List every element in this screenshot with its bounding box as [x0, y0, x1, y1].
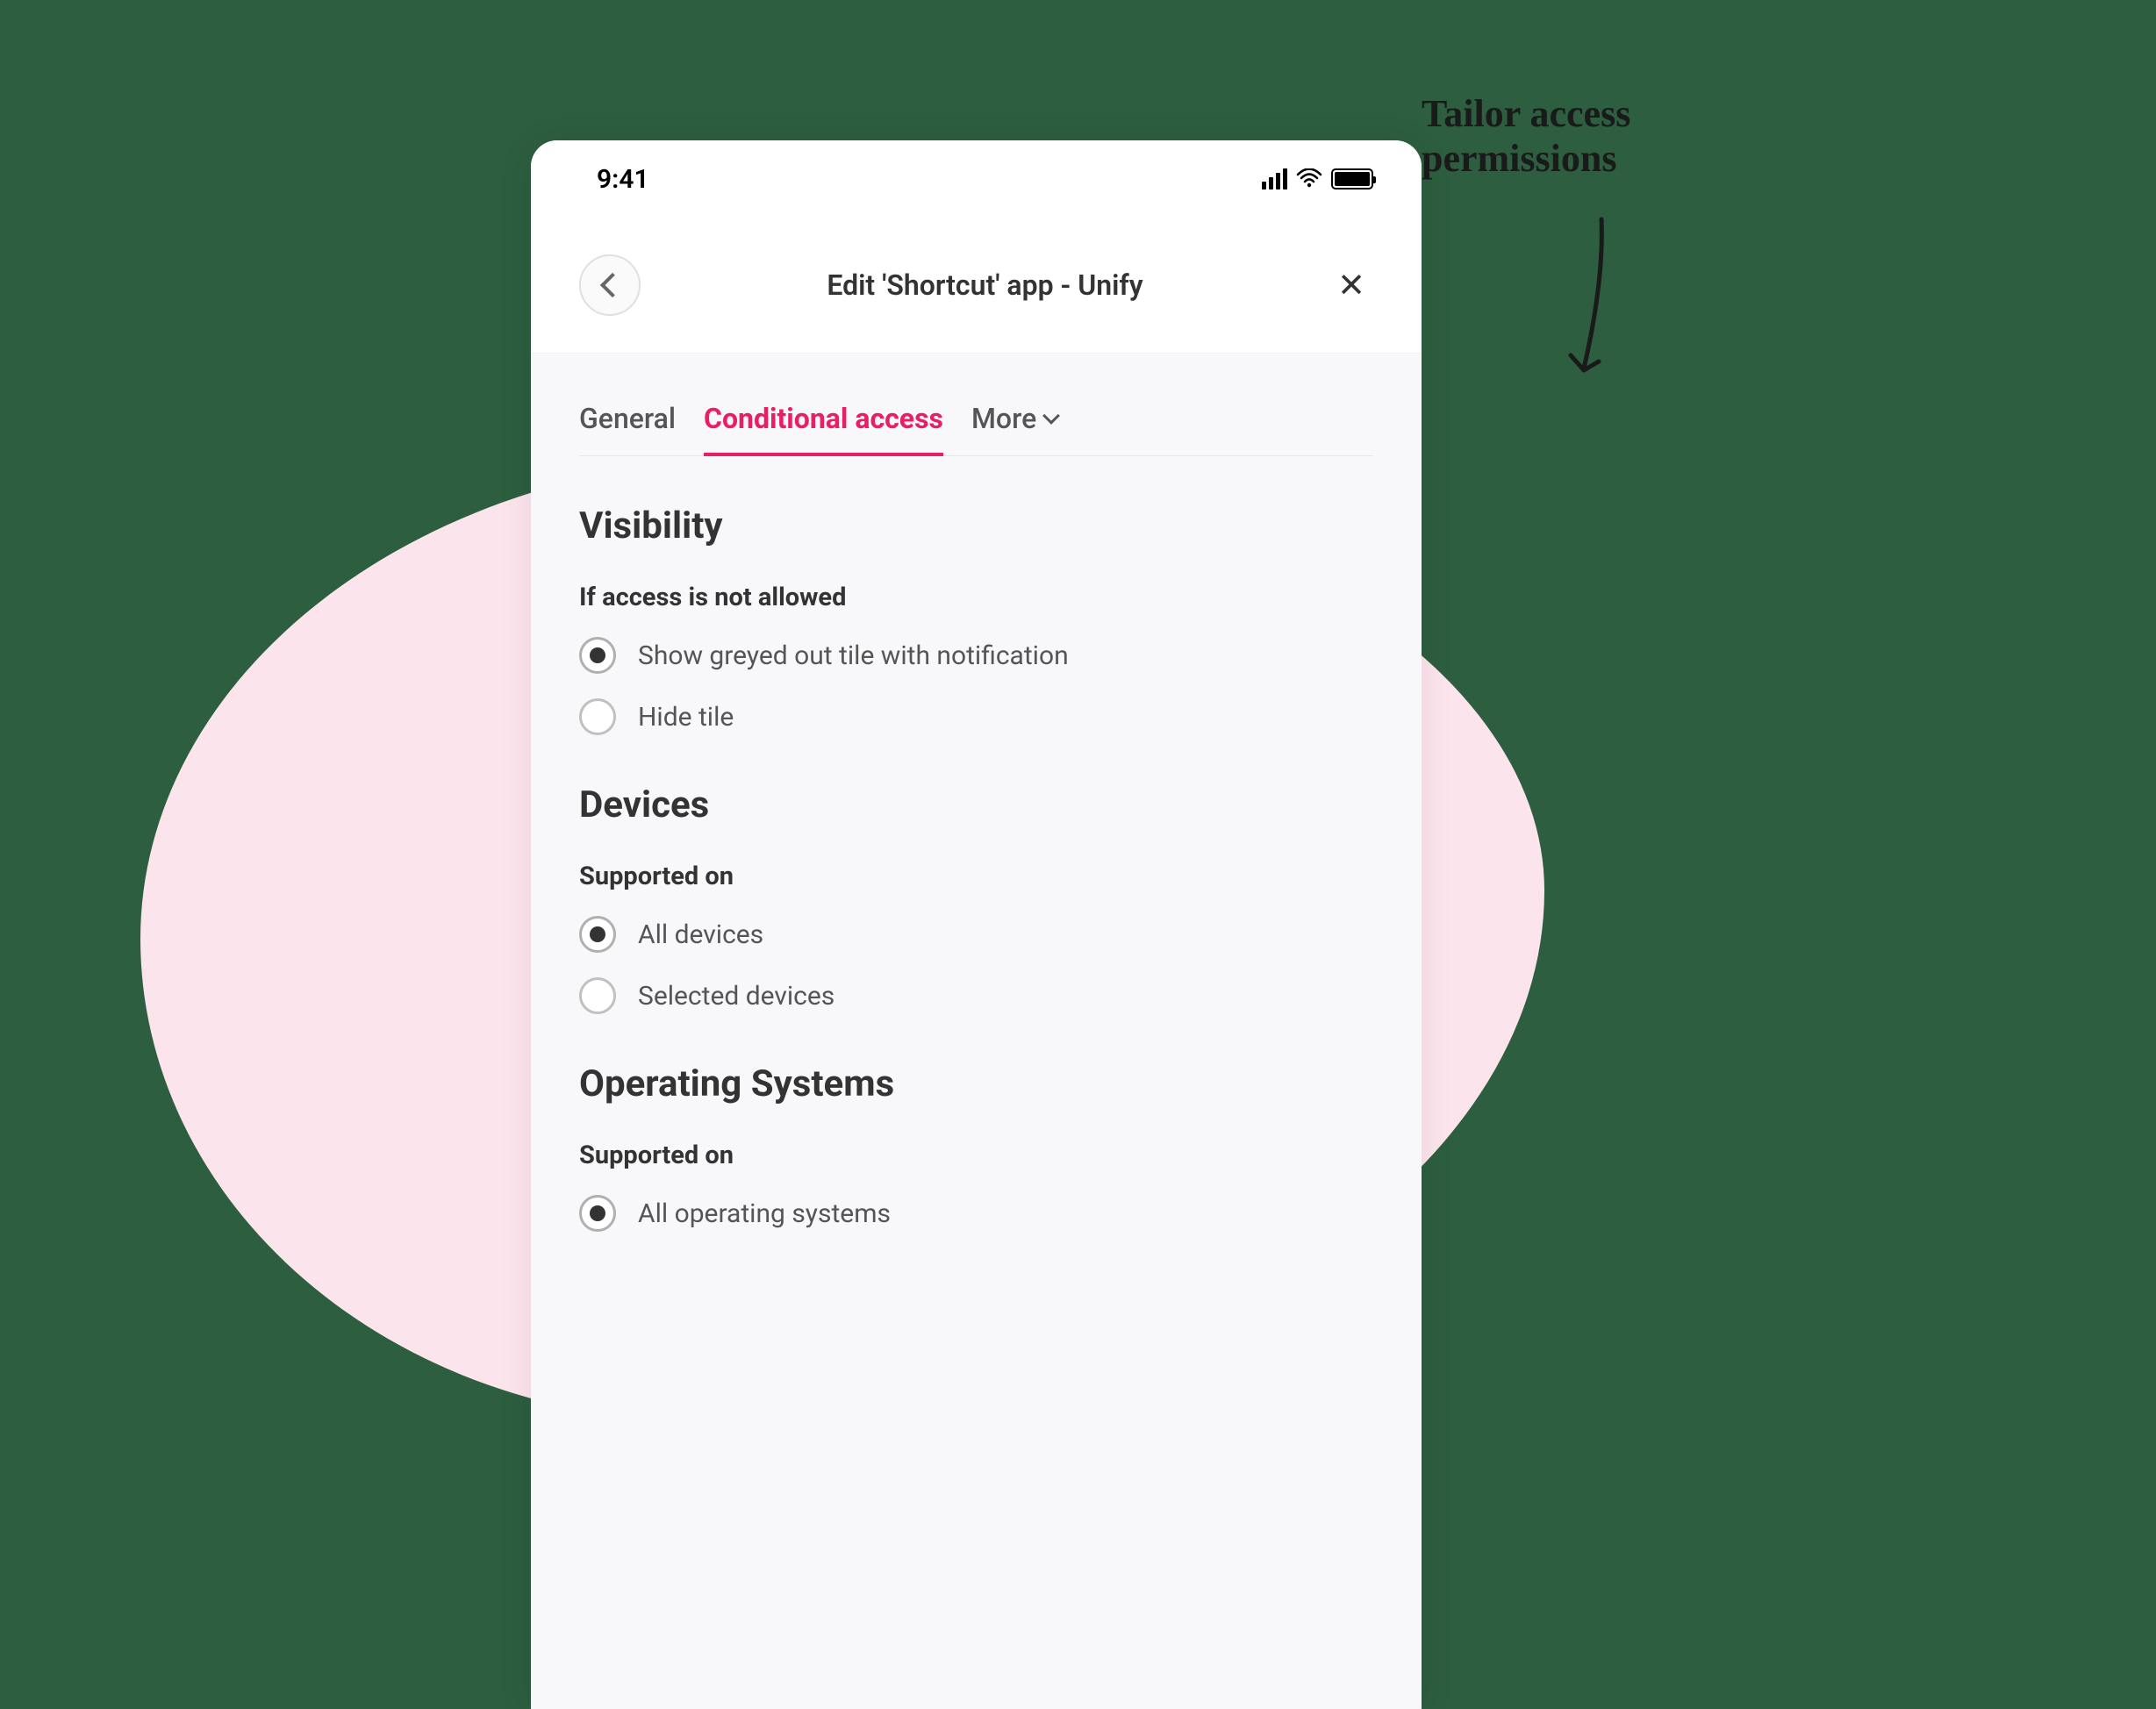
- annotation-line-1: Tailor access: [1422, 92, 1630, 137]
- radio-hide-tile[interactable]: Hide tile: [579, 698, 1373, 735]
- radio-label: All operating systems: [638, 1198, 891, 1229]
- phone-frame: 9:41 Edit 'Shortcut' app - Unify ✕: [531, 140, 1422, 1709]
- radio-all-os[interactable]: All operating systems: [579, 1195, 1373, 1232]
- chevron-down-icon: [1042, 407, 1060, 425]
- battery-icon: [1331, 168, 1373, 189]
- radio-icon: [579, 916, 616, 953]
- status-icons: [1262, 168, 1373, 189]
- section-devices: Devices Supported on All devices Selecte…: [579, 783, 1373, 1014]
- radio-label: Hide tile: [638, 702, 734, 733]
- chevron-left-icon: [600, 273, 625, 297]
- tab-general[interactable]: General: [579, 402, 676, 456]
- annotation-line-2: permissions: [1422, 137, 1630, 182]
- radio-label: All devices: [638, 919, 763, 950]
- devices-sublabel: Supported on: [579, 862, 1373, 891]
- visibility-title: Visibility: [579, 504, 1373, 547]
- cellular-signal-icon: [1262, 168, 1287, 189]
- annotation-arrow: [1553, 211, 1623, 404]
- radio-icon: [579, 977, 616, 1014]
- os-sublabel: Supported on: [579, 1141, 1373, 1170]
- tab-conditional-access[interactable]: Conditional access: [704, 402, 943, 456]
- radio-label: Selected devices: [638, 981, 834, 1012]
- close-icon: ✕: [1337, 266, 1365, 305]
- status-bar: 9:41: [531, 140, 1422, 218]
- close-button[interactable]: ✕: [1329, 263, 1373, 307]
- radio-selected-devices[interactable]: Selected devices: [579, 977, 1373, 1014]
- status-time: 9:41: [597, 164, 649, 195]
- section-visibility: Visibility If access is not allowed Show…: [579, 504, 1373, 735]
- page-title: Edit 'Shortcut' app - Unify: [827, 268, 1142, 302]
- wifi-icon: [1296, 168, 1322, 189]
- radio-icon: [579, 637, 616, 674]
- radio-label: Show greyed out tile with notification: [638, 640, 1069, 671]
- radio-icon: [579, 1195, 616, 1232]
- back-button[interactable]: [579, 254, 641, 316]
- os-title: Operating Systems: [579, 1062, 1373, 1105]
- devices-title: Devices: [579, 783, 1373, 826]
- radio-show-greyed[interactable]: Show greyed out tile with notification: [579, 637, 1373, 674]
- section-operating-systems: Operating Systems Supported on All opera…: [579, 1062, 1373, 1232]
- radio-all-devices[interactable]: All devices: [579, 916, 1373, 953]
- tab-more-label: More: [971, 402, 1036, 435]
- radio-icon: [579, 698, 616, 735]
- visibility-sublabel: If access is not allowed: [579, 583, 1373, 612]
- content-area: General Conditional access More Visibili…: [531, 354, 1422, 1709]
- tabs: General Conditional access More: [579, 354, 1373, 456]
- annotation-text: Tailor access permissions: [1422, 92, 1630, 181]
- tab-more[interactable]: More: [971, 402, 1057, 456]
- header: Edit 'Shortcut' app - Unify ✕: [531, 218, 1422, 354]
